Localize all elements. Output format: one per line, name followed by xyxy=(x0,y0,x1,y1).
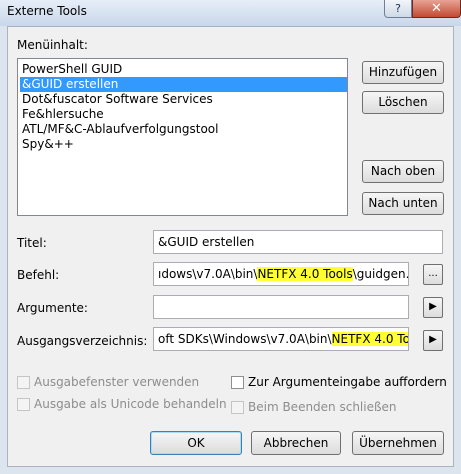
title-field[interactable]: &GUID erstellen xyxy=(153,230,443,254)
list-item[interactable]: Fe&hlersuche xyxy=(20,107,347,122)
prompt-arguments-checkbox[interactable] xyxy=(231,376,244,389)
close-on-exit-label: Beim Beenden schließen xyxy=(248,400,397,414)
command-field[interactable]: ıdows\v7.0A\bin\NETFX 4.0 Tools\guidgen.… xyxy=(153,262,409,286)
command-label: Befehl: xyxy=(17,268,60,282)
list-item[interactable]: Dot&fuscator Software Services xyxy=(20,92,347,107)
menu-contents-list[interactable]: PowerShell GUID &GUID erstellen Dot&fusc… xyxy=(17,58,348,216)
menu-contents-label: Menüinhalt: xyxy=(17,38,88,52)
arguments-label: Argumente: xyxy=(17,301,88,315)
initial-directory-field[interactable]: oft SDKs\Windows\v7.0A\bin\NETFX 4.0 Too… xyxy=(153,327,409,351)
apply-button[interactable]: Übernehmen xyxy=(352,431,444,455)
use-output-window-label: Ausgabefenster verwenden xyxy=(34,375,200,389)
unicode-output-label: Ausgabe als Unicode behandeln xyxy=(34,397,227,411)
directory-menu-arrow-icon[interactable]: ▶ xyxy=(423,330,443,351)
move-up-button[interactable]: Nach oben xyxy=(362,160,444,183)
close-on-exit-checkbox[interactable] xyxy=(231,401,244,414)
add-button[interactable]: Hinzufügen xyxy=(362,61,444,84)
command-text-after: \guidgen.exe xyxy=(352,267,409,281)
browse-button[interactable]: ... xyxy=(423,264,443,285)
use-output-window-checkbox[interactable] xyxy=(17,376,30,389)
list-item[interactable]: PowerShell GUID xyxy=(20,62,347,77)
command-text-highlight: NETFX 4.0 Tools xyxy=(257,267,353,281)
delete-button[interactable]: Löschen xyxy=(362,91,444,114)
ok-button[interactable]: OK xyxy=(150,431,242,455)
prompt-arguments-label: Zur Argumenteingabe auffordern xyxy=(248,375,447,389)
help-button[interactable]: ? xyxy=(384,0,412,18)
list-item[interactable]: ATL/MF&C-Ablaufverfolgungstool xyxy=(20,122,347,137)
arguments-field[interactable] xyxy=(153,295,409,319)
dir-text-highlight: NETFX 4.0 Tools xyxy=(331,332,408,346)
window-title: Externe Tools xyxy=(7,4,87,18)
initial-directory-label: Ausgangsverzeichnis: xyxy=(17,334,148,348)
unicode-output-checkbox[interactable] xyxy=(17,398,30,411)
dir-text-before: oft SDKs\Windows\v7.0A\bin\ xyxy=(158,332,332,346)
list-item-selected[interactable]: &GUID erstellen xyxy=(20,77,347,92)
arguments-menu-arrow-icon[interactable]: ▶ xyxy=(423,297,443,318)
move-down-button[interactable]: Nach unten xyxy=(362,192,444,215)
cancel-button[interactable]: Abbrechen xyxy=(251,431,341,455)
close-button[interactable]: ✕ xyxy=(412,0,461,18)
title-label: Titel: xyxy=(17,236,47,250)
list-item[interactable]: Spy&++ xyxy=(20,137,347,152)
command-text-before: ıdows\v7.0A\bin\ xyxy=(158,267,258,281)
